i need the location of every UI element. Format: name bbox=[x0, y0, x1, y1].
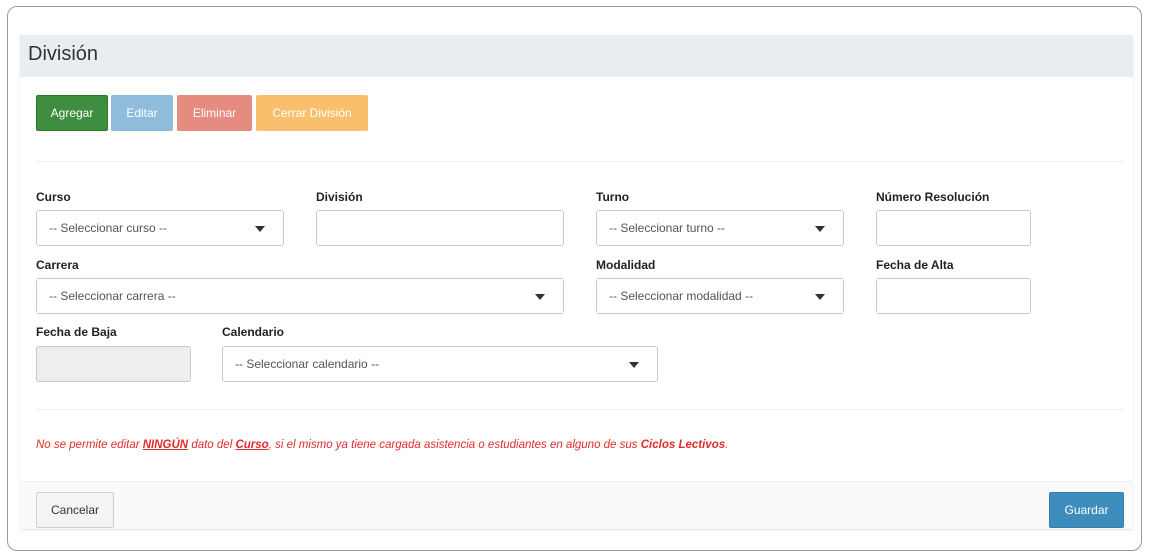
numero-resolucion-input[interactable] bbox=[876, 210, 1031, 246]
modalidad-label: Modalidad bbox=[596, 258, 656, 272]
chevron-down-icon bbox=[815, 294, 825, 300]
panel-footer: Cancelar Guardar bbox=[20, 481, 1133, 529]
division-panel: División Agregar Editar Eliminar Cerrar … bbox=[20, 35, 1133, 529]
carrera-select[interactable]: -- Seleccionar carrera -- bbox=[36, 278, 564, 314]
turno-select-text: -- Seleccionar turno -- bbox=[609, 221, 726, 235]
calendario-select-text: -- Seleccionar calendario -- bbox=[235, 357, 380, 371]
edit-restriction-notice: No se permite editar NINGÚN dato del Cur… bbox=[36, 439, 728, 451]
modalidad-select-text: -- Seleccionar modalidad -- bbox=[609, 289, 754, 303]
numero-resolucion-label: Número Resolución bbox=[876, 190, 990, 204]
fecha-baja-input bbox=[36, 346, 191, 382]
notice-curso: Curso bbox=[235, 439, 269, 451]
notice-text: . bbox=[725, 439, 729, 451]
delete-button[interactable]: Eliminar bbox=[177, 95, 252, 131]
edit-button[interactable]: Editar bbox=[111, 95, 173, 131]
notice-text: No se permite editar bbox=[36, 439, 143, 451]
curso-label: Curso bbox=[36, 190, 71, 204]
divider bbox=[36, 161, 1124, 162]
notice-text: dato del bbox=[188, 439, 236, 451]
chevron-down-icon bbox=[815, 226, 825, 232]
cancel-button[interactable]: Cancelar bbox=[36, 492, 114, 528]
panel-header: División bbox=[20, 35, 1133, 77]
window-frame: División Agregar Editar Eliminar Cerrar … bbox=[7, 6, 1142, 551]
notice-text: , si el mismo ya tiene cargada asistenci… bbox=[268, 439, 641, 451]
save-button[interactable]: Guardar bbox=[1049, 492, 1124, 528]
close-division-button[interactable]: Cerrar División bbox=[256, 95, 368, 131]
chevron-down-icon bbox=[629, 362, 639, 368]
curso-select-text: -- Seleccionar curso -- bbox=[49, 221, 168, 235]
chevron-down-icon bbox=[535, 294, 545, 300]
add-button[interactable]: Agregar bbox=[36, 95, 108, 131]
page-title: División bbox=[28, 43, 99, 65]
division-label: División bbox=[316, 190, 363, 204]
turno-select[interactable]: -- Seleccionar turno -- bbox=[596, 210, 844, 246]
fecha-alta-input[interactable] bbox=[876, 278, 1031, 314]
curso-select[interactable]: -- Seleccionar curso -- bbox=[36, 210, 284, 246]
fecha-alta-label: Fecha de Alta bbox=[876, 258, 954, 272]
fecha-baja-label: Fecha de Baja bbox=[36, 325, 117, 339]
carrera-select-text: -- Seleccionar carrera -- bbox=[49, 289, 176, 303]
calendario-select[interactable]: -- Seleccionar calendario -- bbox=[222, 346, 658, 382]
notice-ciclos: Ciclos Lectivos bbox=[640, 439, 726, 451]
notice-ningun: NINGÚN bbox=[142, 439, 189, 451]
division-input[interactable] bbox=[316, 210, 564, 246]
modalidad-select[interactable]: -- Seleccionar modalidad -- bbox=[596, 278, 844, 314]
calendario-label: Calendario bbox=[222, 325, 285, 339]
carrera-label: Carrera bbox=[36, 258, 79, 272]
turno-label: Turno bbox=[596, 190, 630, 204]
chevron-down-icon bbox=[255, 226, 265, 232]
divider bbox=[36, 409, 1124, 410]
